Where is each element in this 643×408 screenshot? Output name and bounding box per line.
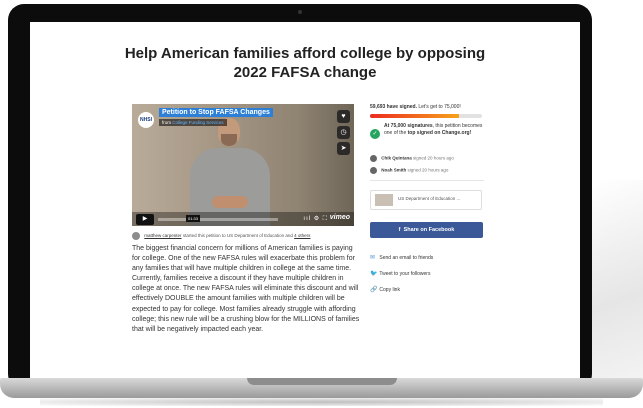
starter-name-link[interactable]: matthew carpenter	[144, 233, 181, 238]
signer-avatar	[370, 167, 377, 174]
laptop-shadow	[40, 398, 603, 406]
check-icon: ✓	[370, 129, 380, 139]
video-controls: ▶ 01:33 ııl ⚙ ⛶ vimeo	[132, 212, 354, 226]
petition-video[interactable]: NHSI Petition to Stop FAFSA Changes from…	[132, 104, 354, 226]
video-from-prefix: from	[162, 120, 171, 125]
signature-progress-bar	[370, 114, 482, 118]
video-from-link[interactable]: College Funding Services	[172, 120, 223, 125]
share-on-facebook-button[interactable]: f Share on Facebook	[370, 222, 483, 238]
milestone-message: ✓ At 75,000 signatures, this petition be…	[370, 123, 488, 139]
starter-text: started this petition to US Department o…	[182, 233, 293, 239]
tweet-label: Tweet to your followers	[379, 271, 431, 277]
play-button[interactable]: ▶	[136, 214, 154, 225]
decision-maker-thumbnail	[375, 194, 393, 206]
watch-later-clock-icon[interactable]: ◷	[337, 126, 350, 139]
milestone-bold: At 75,000 signatures	[384, 123, 433, 129]
video-title[interactable]: Petition to Stop FAFSA Changes	[159, 108, 273, 117]
like-heart-icon[interactable]: ♥	[337, 110, 350, 123]
page-title-line-1: Help American families afford college by…	[124, 45, 486, 62]
send-email-link[interactable]: ✉ Send an email to friends	[370, 254, 433, 261]
background-mountain	[588, 180, 643, 380]
recent-signer: Chik Quintana signed 20 hours ago	[370, 155, 454, 162]
decision-maker-label: US Department of Education ...	[398, 196, 461, 201]
webcam	[298, 10, 302, 14]
share-arrow-icon[interactable]: ➤	[337, 142, 350, 155]
signer-name: Noah Smith	[381, 167, 407, 173]
page-title-line-2: 2022 FAFSA change	[233, 64, 377, 81]
laptop-screen: Help American families afford college by…	[30, 22, 580, 380]
facebook-icon: f	[398, 227, 401, 233]
email-icon: ✉	[370, 255, 376, 261]
tweet-link[interactable]: 🐦 Tweet to your followers	[370, 270, 430, 277]
facebook-button-label: Share on Facebook	[403, 227, 455, 233]
petition-starter: matthew carpenter started this petition …	[132, 232, 310, 240]
send-email-label: Send an email to friends	[379, 255, 434, 261]
divider	[370, 180, 484, 181]
milestone-text: At 75,000 signatures, this petition beco…	[384, 123, 488, 137]
signature-progress-fill	[370, 114, 460, 118]
laptop-notch	[247, 378, 397, 385]
signer-time: signed 20 hours ago	[413, 155, 454, 161]
link-icon: 🔗	[370, 287, 378, 293]
twitter-icon: 🐦	[370, 271, 378, 277]
laptop-base	[0, 378, 643, 398]
signer-name: Chik Quintana	[381, 155, 412, 161]
signer-avatar	[370, 155, 377, 162]
video-person-hands	[212, 196, 248, 208]
video-timecode: 01:33	[186, 215, 201, 222]
laptop-frame: Help American families afford college by…	[8, 4, 592, 390]
vimeo-logo[interactable]: vimeo	[330, 214, 350, 221]
page-title: Help American families afford college by…	[90, 44, 520, 82]
video-person-beard	[221, 134, 237, 146]
signature-count-text: 59,693 have signed.	[370, 104, 417, 110]
starter-avatar	[132, 232, 140, 240]
copy-link-label: Copy link	[379, 287, 400, 293]
milestone-bold-2: top signed on Change.org!	[407, 130, 472, 136]
recent-signer: Noah Smith signed 20 hours ago	[370, 167, 448, 174]
video-progress-track[interactable]: 01:33	[158, 215, 278, 222]
starter-others-link[interactable]: 4 others	[294, 233, 310, 238]
decision-maker-card[interactable]: US Department of Education ...	[370, 190, 482, 210]
signature-count: 59,693 have signed. Let's get to 75,000!	[370, 104, 461, 110]
video-channel-logo[interactable]: NHSI	[138, 112, 154, 128]
copy-link[interactable]: 🔗 Copy link	[370, 286, 400, 293]
signature-goal-text: Let's get to 75,000!	[418, 104, 461, 110]
petition-description: The biggest financial concern for millio…	[132, 245, 360, 333]
signer-time: signed 20 hours ago	[407, 167, 449, 173]
video-from: from College Funding Services	[159, 119, 227, 126]
video-settings-icons[interactable]: ııl ⚙ ⛶	[303, 215, 328, 223]
